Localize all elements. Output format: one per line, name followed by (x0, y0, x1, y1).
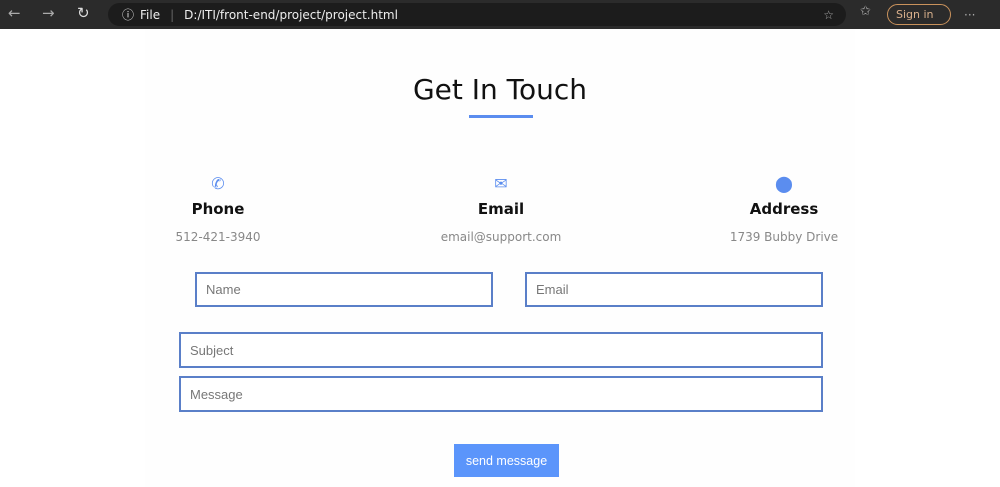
contact-value: 512-421-3940 (175, 230, 261, 244)
name-input[interactable]: Name (195, 272, 493, 307)
forward-icon[interactable]: → (42, 4, 55, 22)
contact-email: ✉ Email email@support.com (401, 174, 601, 244)
subject-input[interactable]: Subject (179, 332, 823, 368)
contact-address: ⬤ Address 1739 Bubby Drive (684, 174, 884, 244)
more-icon[interactable]: ··· (964, 8, 975, 22)
file-label: File (140, 7, 161, 22)
contact-title: Phone (191, 200, 245, 218)
favorites-icon[interactable]: ✩ (860, 4, 871, 19)
back-icon[interactable]: ← (8, 4, 21, 22)
address-bar[interactable]: ⓘ File | D:/ITI/front-end/project/projec… (108, 3, 846, 26)
url-text: D:/ITI/front-end/project/project.html (184, 7, 398, 22)
title-underline (469, 115, 533, 118)
contact-value: 1739 Bubby Drive (729, 230, 839, 244)
phone-icon: ✆ (211, 174, 225, 193)
contact-phone: ✆ Phone 512-421-3940 (118, 174, 318, 244)
subject-placeholder: Subject (190, 342, 234, 358)
contact-title: Address (749, 200, 819, 218)
page-title: Get In Touch (412, 73, 588, 106)
message-input[interactable]: Message (179, 376, 823, 412)
divider: | (170, 7, 175, 22)
email-input[interactable]: Email (525, 272, 823, 307)
sign-in-button[interactable]: Sign in (887, 4, 951, 25)
browser-toolbar: ← → ↻ ⓘ File | D:/ITI/front-end/project/… (0, 0, 1000, 29)
envelope-icon: ✉ (494, 174, 508, 193)
contact-value: email@support.com (440, 230, 562, 244)
info-icon[interactable]: ⓘ (122, 6, 134, 23)
contact-title: Email (477, 200, 525, 218)
refresh-icon[interactable]: ↻ (77, 4, 90, 22)
sign-in-label: Sign in (896, 8, 934, 21)
map-pin-icon: ⬤ (775, 174, 793, 193)
send-message-button[interactable]: send message (454, 444, 559, 477)
favorite-star-icon[interactable]: ☆ (823, 8, 834, 22)
message-placeholder: Message (190, 386, 243, 402)
name-placeholder: Name (206, 282, 241, 297)
email-placeholder: Email (536, 282, 569, 297)
